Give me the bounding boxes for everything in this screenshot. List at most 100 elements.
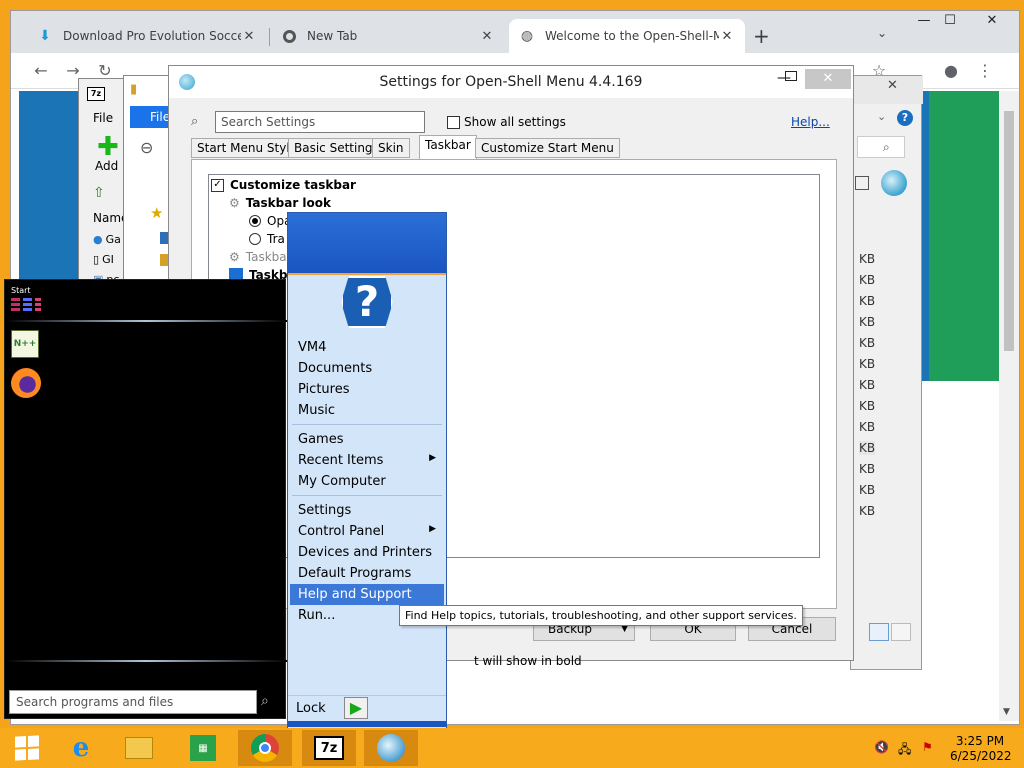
radio-selected[interactable]	[249, 215, 261, 227]
menu-item-documents[interactable]: Documents	[290, 358, 444, 379]
radio-unselected[interactable]	[249, 233, 261, 245]
list-item[interactable]: ▯ GI	[93, 253, 114, 266]
search-programs-input[interactable]: Search programs and files	[9, 690, 257, 714]
taskbar-chrome[interactable]	[238, 730, 292, 766]
notepad-plus-plus-icon[interactable]: N++	[11, 330, 39, 358]
transparent-radio[interactable]: Tra	[249, 232, 285, 246]
view-icon[interactable]	[855, 176, 869, 190]
start-button[interactable]	[0, 730, 54, 766]
tab-open-shell-welcome[interactable]: ◍ Welcome to the Open-Shell-Men... ✕	[509, 19, 745, 53]
chevron-down-icon[interactable]: ⌄	[877, 110, 886, 123]
help-icon[interactable]: ?	[897, 110, 913, 126]
close-icon[interactable]: ✕	[719, 29, 735, 44]
star-icon: ★	[150, 204, 164, 222]
profile-icon[interactable]: ●	[939, 61, 963, 80]
page-scrollbar[interactable]: ▼	[999, 91, 1019, 721]
menu-item-default-programs[interactable]: Default Programs	[290, 563, 444, 584]
open-shell-icon	[881, 170, 907, 196]
tab-customize-start-menu[interactable]: Customize Start Menu	[475, 138, 620, 158]
clock-time: 3:25 PM	[955, 734, 1005, 748]
show-all-settings-checkbox[interactable]: Show all settings	[447, 115, 566, 129]
menu-item-games[interactable]: Games	[290, 429, 444, 450]
maximize-button[interactable]: ☐	[935, 13, 965, 28]
close-icon[interactable]: ✕	[479, 29, 495, 44]
details-view-icon[interactable]	[869, 623, 889, 641]
menu-item-help-and-support[interactable]: Help and Support	[290, 584, 444, 605]
checkbox-checked[interactable]: ✓	[211, 178, 224, 192]
folder-icon	[160, 254, 168, 266]
chrome-icon	[251, 734, 279, 762]
add-plus-icon[interactable]: ✚	[97, 134, 119, 160]
taskbar-internet-explorer[interactable]: e	[54, 730, 108, 766]
tab-download-pes[interactable]: ⬇ Download Pro Evolution Soccer 2... ✕	[27, 19, 267, 53]
opaque-radio[interactable]: Opa	[249, 214, 291, 228]
action-center-icon[interactable]: ⚑	[922, 740, 933, 754]
menu-item-vm4[interactable]: VM4	[290, 337, 444, 358]
help-link[interactable]: Help...	[791, 115, 830, 129]
taskbar-clock[interactable]: 3:25 PM 6/25/2022	[950, 734, 1012, 764]
menu-icon[interactable]: ⋮	[973, 61, 997, 80]
taskbar-store[interactable]: ▦	[176, 730, 230, 766]
menu-item-music[interactable]: Music	[290, 400, 444, 421]
gear-icon: ⚙	[229, 196, 240, 210]
up-folder-icon[interactable]: ⇧	[93, 185, 105, 201]
search-icon: ⌕	[191, 114, 199, 129]
dialog-titlebar: Settings for Open-Shell Menu 4.4.169 — ✕	[169, 66, 853, 98]
menu-item-control-panel[interactable]: Control Panel ▶	[290, 521, 444, 542]
maximize-button[interactable]	[785, 71, 797, 81]
start-label: Start	[11, 286, 31, 295]
menu-item-devices-and-printers[interactable]: Devices and Printers	[290, 542, 444, 563]
close-icon[interactable]: ✕	[241, 29, 257, 44]
windows-logo-icon	[15, 735, 39, 761]
new-tab-button[interactable]: +	[753, 24, 770, 48]
search-icon[interactable]: ⌕	[261, 693, 269, 709]
tab-taskbar[interactable]: Taskbar	[419, 135, 477, 159]
scrollbar-thumb[interactable]	[1004, 111, 1014, 351]
checkbox-box[interactable]	[447, 115, 460, 129]
search-icon[interactable]: ⌕	[883, 140, 890, 155]
chrome-icon	[281, 28, 297, 44]
close-icon[interactable]: ✕	[887, 78, 898, 93]
customize-taskbar-checkbox[interactable]: ✓ Customize taskbar	[211, 178, 356, 192]
control-panel-label: Control Panel	[298, 524, 385, 539]
back-circle-icon[interactable]: ⊖	[140, 138, 153, 157]
tab-new-tab[interactable]: New Tab ✕	[271, 19, 505, 53]
close-button[interactable]: ✕	[977, 13, 1007, 28]
tab-search-chevron-icon[interactable]: ⌄	[877, 26, 887, 40]
taskbar-7zip[interactable]: 7z	[302, 730, 356, 766]
globe-icon: ●	[93, 233, 103, 246]
view-toggle	[869, 623, 911, 641]
scroll-down-icon[interactable]: ▼	[1003, 707, 1010, 717]
tab-skin[interactable]: Skin	[372, 138, 410, 158]
file-menu[interactable]: File	[93, 111, 113, 125]
submenu-arrow-icon: ▶	[429, 524, 436, 534]
recent-items-label: Recent Items	[298, 453, 384, 468]
list-item[interactable]: ● Ga	[93, 233, 121, 246]
file-size: KB	[859, 294, 876, 308]
lock-label[interactable]: Lock	[296, 701, 326, 716]
tab-basic-settings[interactable]: Basic Settings	[288, 138, 385, 158]
download-icon: ⬇	[39, 28, 51, 44]
menu-item-pictures[interactable]: Pictures	[290, 379, 444, 400]
page-green-panel	[929, 91, 999, 381]
search-input[interactable]	[857, 136, 905, 158]
folder-icon	[160, 232, 168, 244]
tab-title: Welcome to the Open-Shell-Men...	[545, 29, 719, 43]
volume-muted-icon[interactable]: 🔇	[874, 740, 889, 754]
add-button[interactable]: Add	[95, 159, 118, 173]
back-icon[interactable]: ←	[29, 61, 53, 80]
taskbar-file-explorer[interactable]	[112, 730, 166, 766]
tab-start-menu-style[interactable]: Start Menu Style	[191, 138, 304, 158]
close-button[interactable]: ✕	[805, 69, 851, 89]
menu-item-my-computer[interactable]: My Computer	[290, 471, 444, 492]
menu-item-settings[interactable]: Settings	[290, 500, 444, 521]
taskbar-open-shell[interactable]	[364, 730, 418, 766]
search-settings-input[interactable]: Search Settings	[215, 111, 425, 133]
menu-item-recent-items[interactable]: Recent Items ▶	[290, 450, 444, 471]
firefox-icon[interactable]	[11, 368, 41, 398]
large-icons-view-icon[interactable]	[891, 623, 911, 641]
shutdown-arrow-icon[interactable]: ▶	[344, 697, 368, 719]
taskbar-disabled-label: Taskba	[245, 250, 287, 264]
network-icon[interactable]: 🖧	[898, 740, 911, 761]
menu-separator	[292, 495, 442, 496]
